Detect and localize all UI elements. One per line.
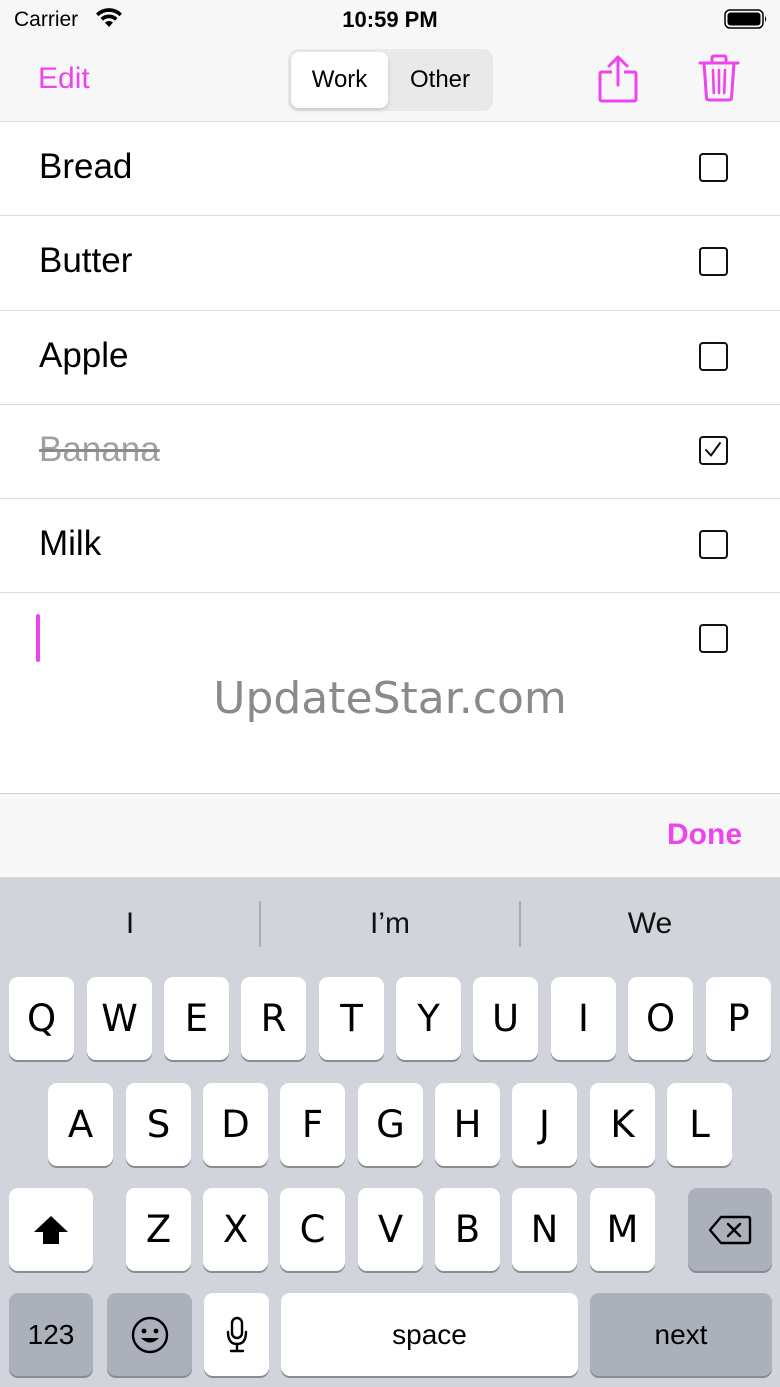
- list-item[interactable]: Bread: [0, 122, 780, 217]
- key[interactable]: T: [319, 977, 384, 1060]
- suggestion[interactable]: We: [520, 877, 780, 971]
- keyboard-accessory-bar: Done: [0, 793, 780, 877]
- microphone-icon: [226, 1316, 247, 1352]
- key[interactable]: K: [590, 1083, 655, 1166]
- item-label: Apple: [39, 335, 129, 375]
- key[interactable]: V: [358, 1188, 423, 1271]
- checkbox[interactable]: [699, 247, 728, 277]
- suggestion-bar: I I’m We: [0, 877, 780, 971]
- key[interactable]: R: [241, 977, 306, 1060]
- list-item[interactable]: Banana: [0, 405, 780, 500]
- item-label: Butter: [39, 241, 133, 281]
- item-label: Bread: [39, 147, 133, 186]
- key[interactable]: P: [706, 977, 771, 1060]
- shift-key[interactable]: [9, 1188, 93, 1271]
- checkbox[interactable]: [699, 341, 728, 371]
- share-icon[interactable]: [598, 55, 638, 103]
- emoji-icon: [131, 1316, 168, 1353]
- next-key[interactable]: next: [590, 1293, 772, 1376]
- key[interactable]: I: [551, 977, 616, 1060]
- segmented-control: Work Other: [288, 49, 493, 111]
- list-item[interactable]: Apple: [0, 311, 780, 405]
- shift-icon: [34, 1215, 68, 1244]
- key[interactable]: G: [358, 1083, 423, 1166]
- new-item-row[interactable]: UpdateStar.com: [0, 593, 780, 793]
- key[interactable]: W: [87, 977, 152, 1060]
- list-item[interactable]: Butter: [0, 216, 780, 311]
- key[interactable]: Q: [9, 977, 74, 1060]
- key[interactable]: S: [126, 1083, 191, 1166]
- keyboard: I I’m We Q W E R T Y U I O P A S D F G H…: [0, 877, 780, 1387]
- segment-other[interactable]: Other: [390, 52, 490, 108]
- key[interactable]: O: [628, 977, 693, 1060]
- backspace-icon: [708, 1215, 752, 1244]
- key[interactable]: D: [203, 1083, 268, 1166]
- battery-icon: [724, 9, 767, 29]
- todo-list: Bread Butter Apple Banana Milk UpdateSta…: [0, 122, 780, 793]
- key[interactable]: H: [435, 1083, 500, 1166]
- key[interactable]: F: [280, 1083, 345, 1166]
- checkbox-checked[interactable]: [699, 435, 728, 465]
- key[interactable]: E: [164, 977, 229, 1060]
- checkbox[interactable]: [699, 153, 728, 182]
- key[interactable]: C: [280, 1188, 345, 1271]
- key[interactable]: A: [48, 1083, 113, 1166]
- edit-button[interactable]: Edit: [38, 62, 90, 96]
- list-item[interactable]: Milk: [0, 499, 780, 594]
- done-button[interactable]: Done: [667, 818, 742, 852]
- microphone-key[interactable]: [204, 1293, 269, 1376]
- status-bar: Carrier 10:59 PM: [0, 0, 780, 40]
- clock: 10:59 PM: [342, 7, 438, 32]
- backspace-key[interactable]: [688, 1188, 772, 1271]
- space-key[interactable]: space: [281, 1293, 578, 1376]
- key[interactable]: Y: [396, 977, 461, 1060]
- emoji-key[interactable]: [107, 1293, 192, 1376]
- suggestion[interactable]: I’m: [260, 877, 520, 971]
- watermark: UpdateStar.com: [213, 673, 567, 725]
- key[interactable]: L: [667, 1083, 732, 1166]
- suggestion[interactable]: I: [0, 877, 260, 971]
- checkmark-icon: [705, 441, 721, 457]
- key[interactable]: B: [435, 1188, 500, 1271]
- item-label: Milk: [39, 524, 102, 564]
- numbers-key[interactable]: 123: [9, 1293, 93, 1376]
- item-label: Banana: [39, 429, 160, 469]
- key[interactable]: X: [203, 1188, 268, 1271]
- checkbox[interactable]: [699, 530, 728, 560]
- key[interactable]: U: [473, 977, 538, 1060]
- segment-work[interactable]: Work: [291, 52, 388, 108]
- key[interactable]: Z: [126, 1188, 191, 1271]
- nav-bar: Edit Work Other: [0, 40, 780, 122]
- key[interactable]: J: [512, 1083, 577, 1166]
- text-cursor[interactable]: [36, 614, 40, 663]
- key[interactable]: N: [512, 1188, 577, 1271]
- trash-icon[interactable]: [698, 54, 740, 102]
- key[interactable]: M: [590, 1188, 655, 1271]
- checkbox[interactable]: [699, 624, 728, 654]
